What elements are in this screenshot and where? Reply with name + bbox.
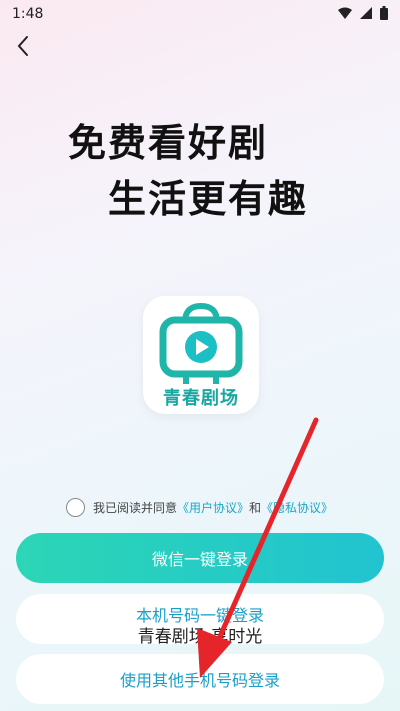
chevron-left-icon: [17, 36, 28, 56]
agreement-prefix: 我已阅读并同意: [93, 501, 178, 515]
app-logo: 青春剧场: [143, 296, 259, 414]
tv-bag-icon: [159, 302, 243, 384]
back-button[interactable]: [12, 34, 36, 58]
privacy-policy-link[interactable]: 《隐私协议》: [261, 499, 333, 516]
wifi-icon: [338, 7, 352, 19]
agreement-row: 我已阅读并同意 《用户协议》 和 《隐私协议》: [66, 498, 333, 517]
signal-icon: [360, 7, 372, 19]
battery-icon: [380, 6, 388, 20]
user-agreement-link[interactable]: 《用户协议》: [177, 499, 249, 516]
slogan-line-2: 生活更有趣: [108, 177, 309, 221]
slogan-line-1: 免费看好剧: [68, 121, 269, 165]
logo-text: 青春剧场: [163, 388, 239, 409]
other-phone-login-button[interactable]: 使用其他手机号码登录: [16, 654, 384, 704]
agreement-and: 和: [249, 501, 262, 515]
status-icons: [338, 6, 388, 20]
agreement-checkbox[interactable]: [66, 498, 85, 517]
status-time: 1:48: [12, 6, 44, 22]
wechat-login-button[interactable]: 微信一键登录: [16, 533, 384, 583]
toast-message: 青春剧场 享时光: [137, 627, 263, 647]
status-bar: 1:48: [0, 0, 400, 28]
